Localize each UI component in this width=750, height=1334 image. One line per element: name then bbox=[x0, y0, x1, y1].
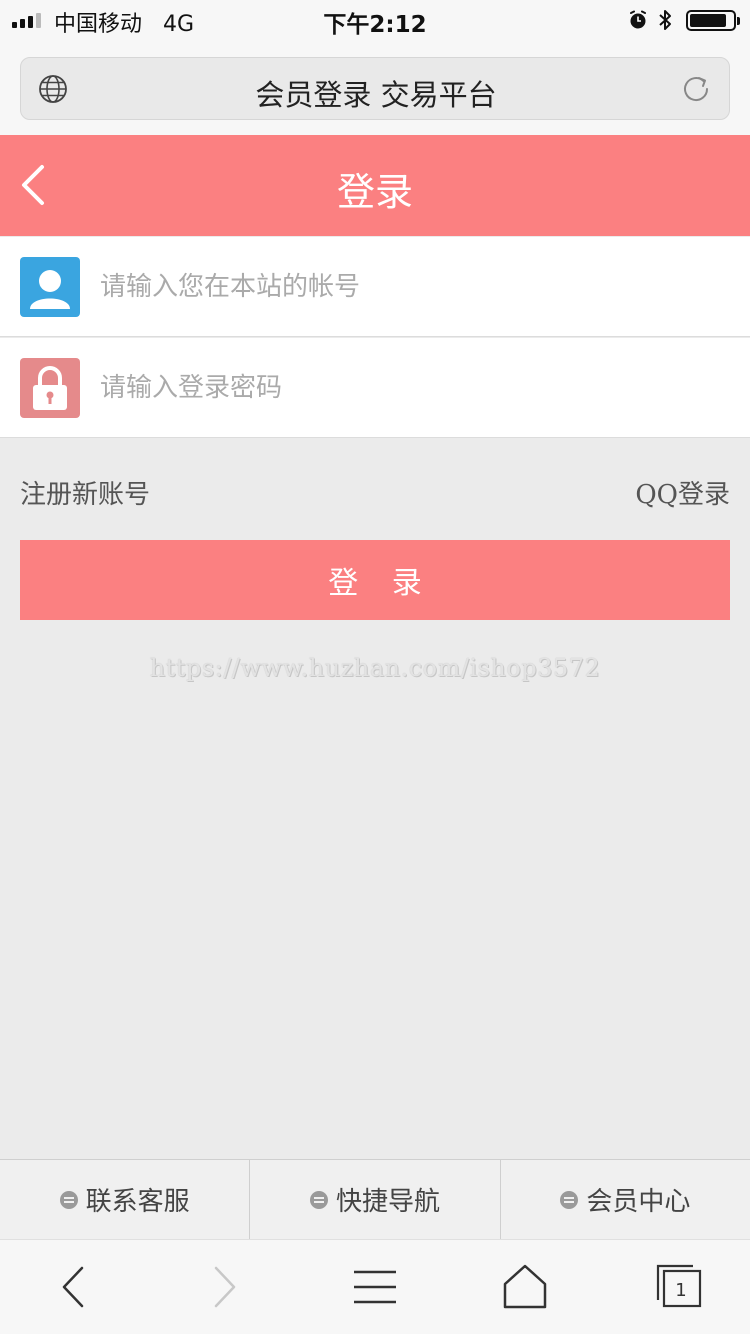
password-row bbox=[0, 338, 750, 438]
nav-item-quick-nav[interactable]: 快捷导航 bbox=[250, 1160, 501, 1239]
page-title: 登录 bbox=[336, 170, 413, 214]
browser-toolbar bbox=[0, 1239, 750, 1334]
watermark-text: https://www.huzhan.com/ishop3572 bbox=[149, 654, 601, 682]
refresh-icon[interactable] bbox=[679, 72, 713, 106]
username-row bbox=[0, 237, 750, 337]
register-link[interactable]: 注册新账号 bbox=[20, 474, 150, 511]
user-icon bbox=[20, 257, 80, 317]
password-input[interactable] bbox=[100, 366, 720, 410]
menu-dot-icon bbox=[59, 1190, 78, 1209]
page-title-in-address-bar: 会员登录 交易平台 bbox=[255, 78, 497, 112]
browser-home-icon[interactable] bbox=[500, 1262, 550, 1312]
tab-count: 1 bbox=[675, 1280, 687, 1301]
menu-dot-icon bbox=[560, 1190, 579, 1209]
status-bar: 中国移动 4G 下午2:12 bbox=[0, 0, 750, 40]
login-button[interactable]: 登 录 bbox=[20, 540, 730, 620]
page-header: 登录 bbox=[0, 135, 750, 236]
menu-dot-icon bbox=[309, 1190, 328, 1209]
nav-item-contact-support[interactable]: 联系客服 bbox=[0, 1160, 251, 1239]
nav-item-member-center[interactable]: 会员中心 bbox=[501, 1160, 750, 1239]
username-input[interactable] bbox=[100, 265, 720, 309]
nav-item-label: 联系客服 bbox=[85, 1187, 190, 1217]
bottom-nav: 联系客服 快捷导航 会员中心 bbox=[0, 1159, 750, 1239]
lock-icon bbox=[20, 358, 80, 418]
nav-item-label: 会员中心 bbox=[586, 1187, 691, 1217]
qq-login-link[interactable]: QQ登录 bbox=[635, 474, 730, 511]
nav-item-label: 快捷导航 bbox=[335, 1187, 440, 1217]
address-bar[interactable]: 会员登录 交易平台 bbox=[20, 57, 730, 120]
browser-forward-icon[interactable] bbox=[200, 1262, 250, 1312]
browser-address-area: 会员登录 交易平台 bbox=[0, 40, 750, 135]
alarm-icon bbox=[630, 10, 646, 29]
battery-icon bbox=[686, 10, 740, 31]
browser-menu-icon[interactable] bbox=[350, 1262, 400, 1312]
browser-back-icon[interactable] bbox=[50, 1262, 100, 1312]
bluetooth-icon bbox=[659, 10, 671, 30]
